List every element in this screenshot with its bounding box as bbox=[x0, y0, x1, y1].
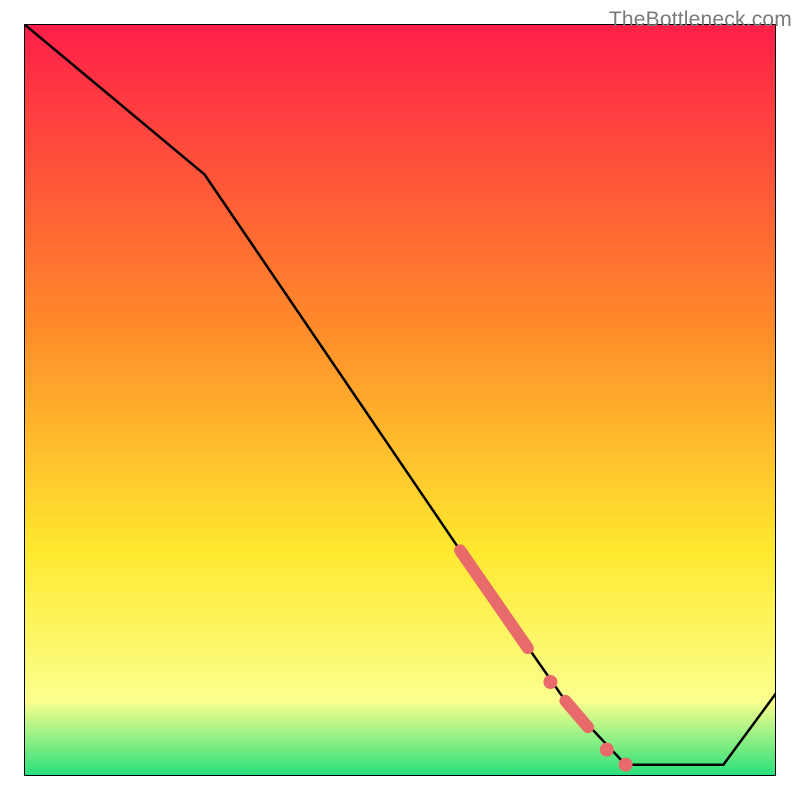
highlight-dot bbox=[600, 743, 614, 757]
bottleneck-chart: TheBottleneck.com bbox=[0, 0, 800, 800]
plot-area bbox=[24, 24, 776, 776]
chart-svg bbox=[24, 24, 776, 776]
highlight-dot bbox=[543, 675, 557, 689]
highlight-dot bbox=[619, 758, 633, 772]
attribution-text: TheBottleneck.com bbox=[609, 8, 792, 32]
background-gradient bbox=[24, 24, 776, 776]
